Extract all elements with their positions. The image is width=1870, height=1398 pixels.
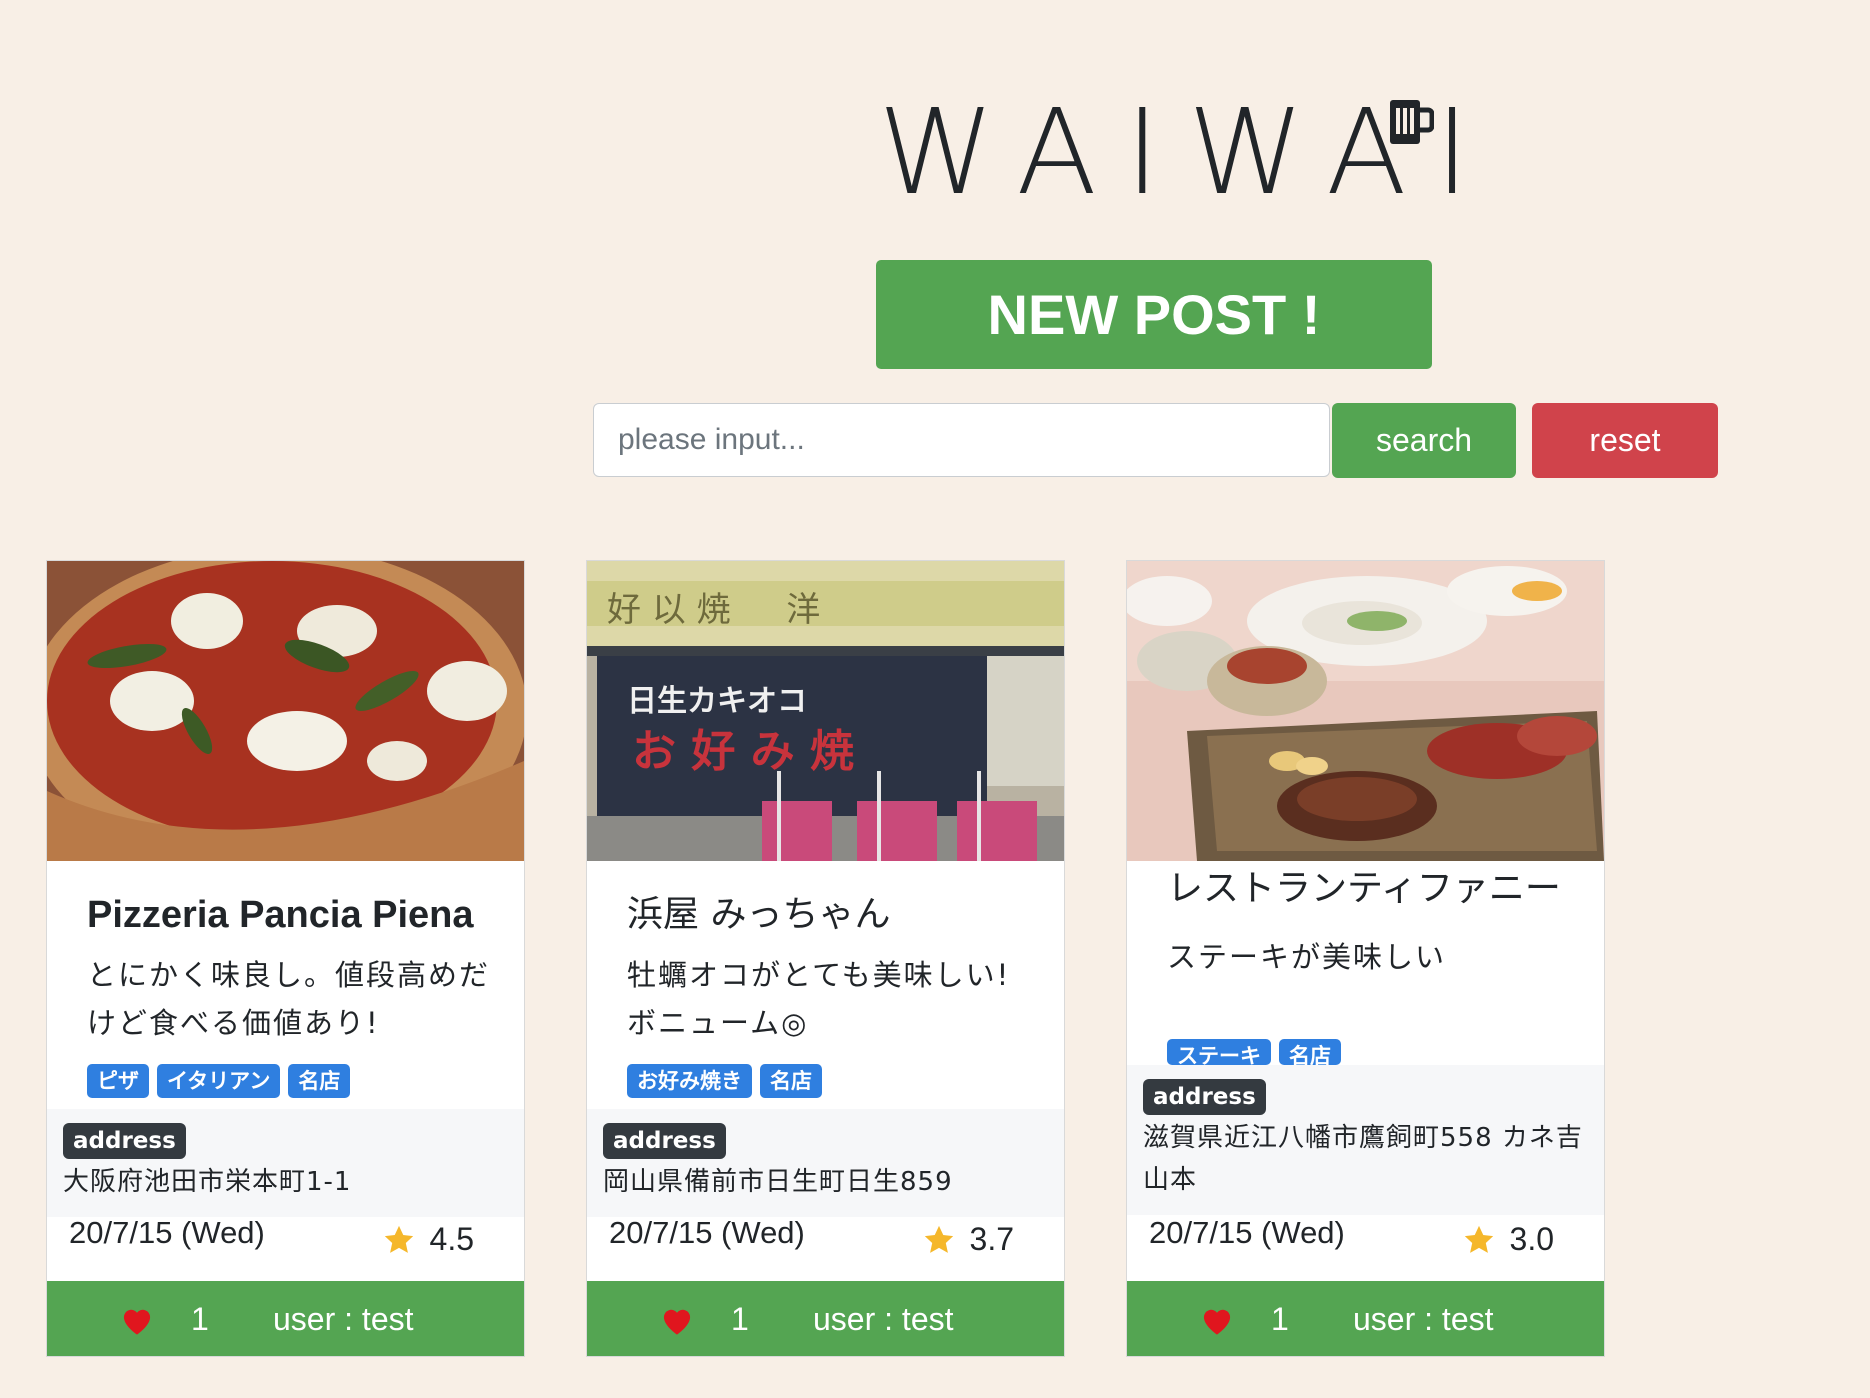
tag-badge[interactable]: お好み焼き (627, 1064, 752, 1098)
tag-list: ピザ イタリアン 名店 (87, 1064, 351, 1098)
search-button[interactable]: search (1332, 403, 1516, 478)
rating-value: 3.7 (969, 1221, 1014, 1257)
beer-mug-icon (1390, 100, 1434, 144)
post-user: user : test (1353, 1301, 1494, 1337)
like-count: 1 (731, 1301, 749, 1337)
post-date: 20/7/15 (Wed) (69, 1215, 265, 1250)
post-description: ステーキが美味しい (1167, 940, 1447, 974)
tag-badge[interactable]: 名店 (288, 1064, 351, 1098)
tag-badge[interactable]: ステーキ (1167, 1039, 1271, 1065)
rating-value: 4.5 (429, 1221, 474, 1257)
post-title[interactable]: 浜屋 みっちゃん (627, 891, 1044, 939)
tag-list: お好み焼き 名店 (627, 1064, 822, 1098)
post-title[interactable]: Pizzeria Pancia Piena (87, 891, 504, 939)
address-section: address 大阪府池田市栄本町1-1 (47, 1109, 524, 1217)
tag-badge[interactable]: イタリアン (157, 1064, 281, 1098)
heart-icon[interactable] (1199, 1304, 1235, 1336)
like-count: 1 (1271, 1301, 1289, 1337)
tag-badge[interactable]: ピザ (87, 1064, 149, 1098)
like-count: 1 (191, 1301, 209, 1337)
post-card[interactable]: レストランティファニー ステーキが美味しい ステーキ 名店 address 滋賀… (1126, 560, 1605, 1357)
address-badge: address (63, 1123, 186, 1159)
svg-text:好 以 焼 洋: 好 以 焼 洋 (607, 590, 820, 630)
tag-badge[interactable]: 名店 (1279, 1039, 1341, 1065)
address-section: address 岡山県備前市日生町日生859 (587, 1109, 1064, 1217)
post-description: とにかく味良し。値段高めだけど食べる価値あり! (87, 958, 491, 1040)
address-text: 滋賀県近江八幡市鷹飼町558 カネ吉山本 (1143, 1123, 1583, 1195)
star-icon (1464, 1225, 1493, 1253)
post-date: 20/7/15 (Wed) (1149, 1215, 1345, 1250)
post-card[interactable]: Pizzeria Pancia Piena とにかく味良し。値段高めだけど食べる… (46, 560, 525, 1357)
rating: 4.5 (382, 1221, 474, 1258)
rating-value: 3.0 (1509, 1221, 1554, 1257)
post-title[interactable]: レストランティファニー (1167, 865, 1584, 913)
svg-text:日生カキオコ: 日生カキオコ (627, 684, 807, 719)
address-section: address 滋賀県近江八幡市鷹飼町558 カネ吉山本 (1127, 1065, 1604, 1215)
star-icon (924, 1225, 953, 1253)
like-group[interactable]: 1 (119, 1301, 209, 1338)
card-footer: 1 user : test (47, 1281, 524, 1356)
heart-icon[interactable] (119, 1304, 155, 1336)
post-user: user : test (813, 1301, 954, 1337)
rating: 3.0 (1462, 1221, 1554, 1258)
address-badge: address (603, 1123, 726, 1159)
post-card[interactable]: 好 以 焼 洋 日生カキオコ お 好 み 焼 浜屋 みっちゃん 牡蠣オコがとても… (586, 560, 1065, 1357)
new-post-button[interactable]: NEW POST ! (876, 260, 1432, 369)
logo[interactable]: WAIWAI (878, 92, 1470, 212)
address-badge: address (1143, 1079, 1266, 1115)
address-text: 岡山県備前市日生町日生859 (603, 1167, 953, 1197)
svg-text:お 好 み 焼: お 好 み 焼 (632, 726, 854, 777)
search-input[interactable] (593, 403, 1330, 477)
star-icon (384, 1225, 413, 1253)
card-footer: 1 user : test (587, 1281, 1064, 1356)
like-group[interactable]: 1 (1199, 1301, 1289, 1338)
steak-dinner-photo[interactable] (1127, 561, 1604, 861)
reset-button[interactable]: reset (1532, 403, 1718, 478)
okonomiyaki-shop-photo[interactable]: 好 以 焼 洋 日生カキオコ お 好 み 焼 (587, 561, 1064, 861)
tag-badge[interactable]: 名店 (760, 1064, 822, 1098)
pizza-photo[interactable] (47, 561, 524, 861)
heart-icon[interactable] (659, 1304, 695, 1336)
post-description: 牡蠣オコがとても美味しい! ボニューム◎ (627, 958, 1042, 1040)
like-group[interactable]: 1 (659, 1301, 749, 1338)
address-text: 大阪府池田市栄本町1-1 (63, 1167, 352, 1197)
rating: 3.7 (922, 1221, 1014, 1258)
card-footer: 1 user : test (1127, 1281, 1604, 1356)
tag-list: ステーキ 名店 (1167, 1039, 1341, 1065)
post-date: 20/7/15 (Wed) (609, 1215, 805, 1250)
post-user: user : test (273, 1301, 414, 1337)
